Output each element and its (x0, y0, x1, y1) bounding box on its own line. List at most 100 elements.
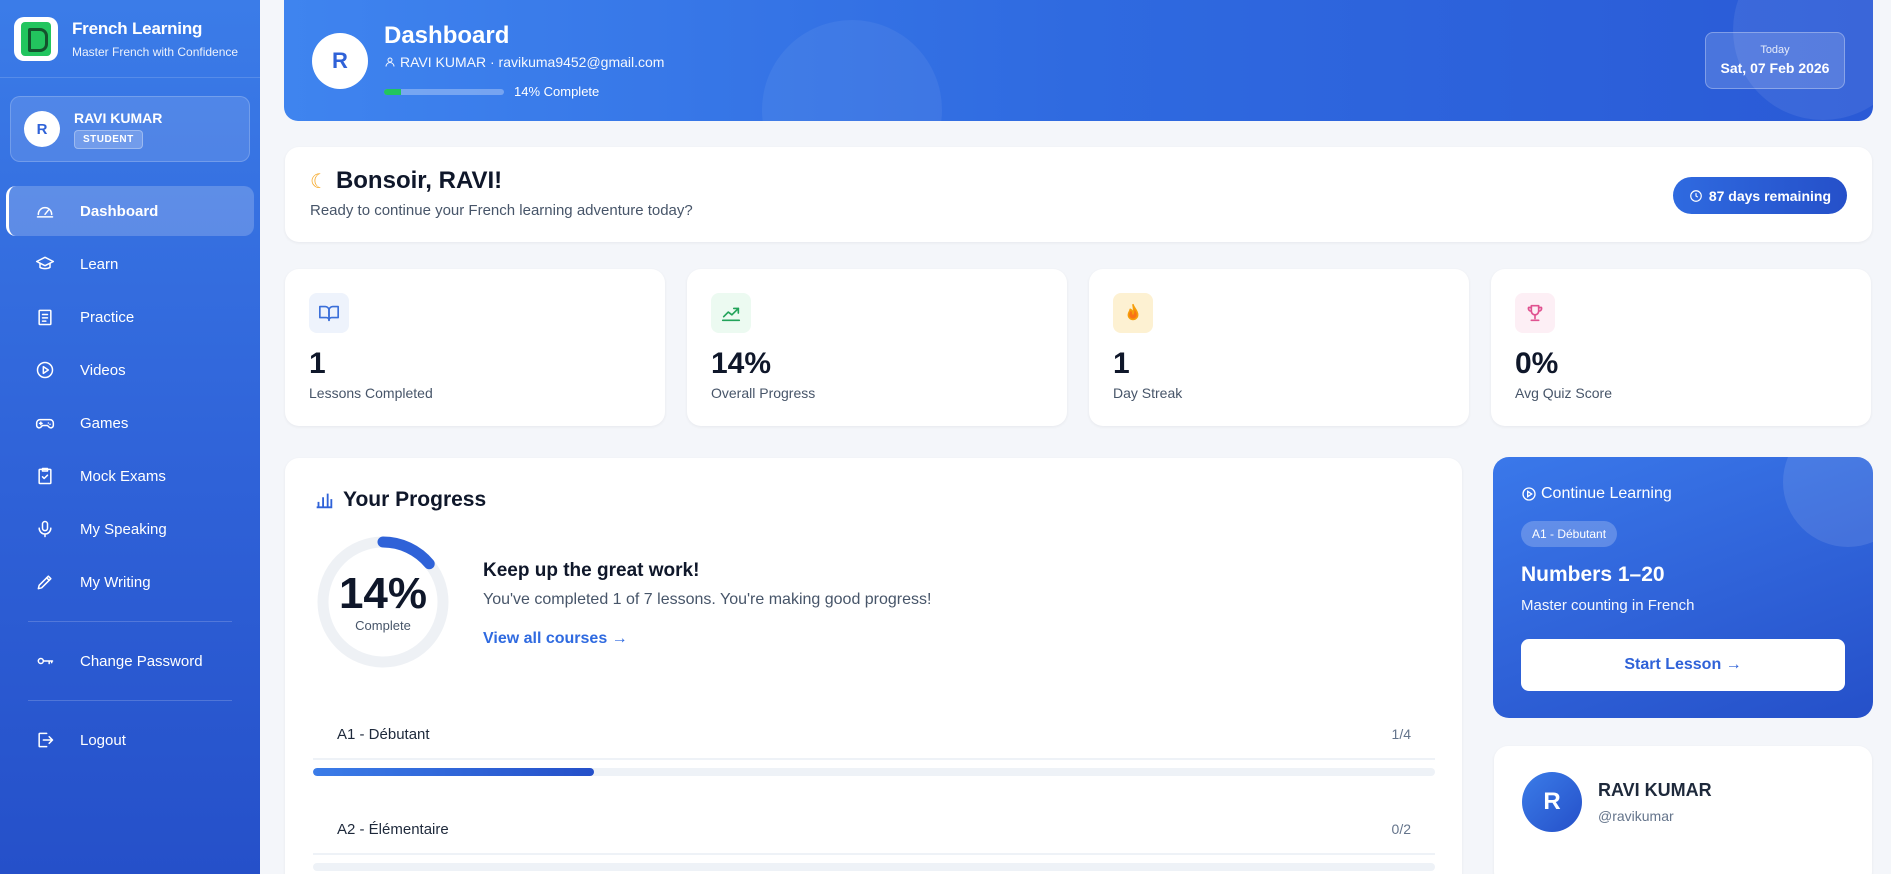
stat-value: 14% (711, 347, 772, 380)
sidebar-item-label: My Speaking (80, 520, 167, 538)
microphone-icon (34, 518, 56, 540)
book-open-icon (309, 293, 349, 333)
pen-icon (34, 571, 56, 593)
progress-text: 14% Complete (514, 84, 600, 99)
lesson-title: Numbers 1–20 (1521, 563, 1665, 586)
continue-learning-heading: Continue Learning (1521, 485, 1672, 503)
profile-handle: @ravikumar (1598, 808, 1674, 824)
sidebar-divider (28, 621, 232, 622)
user-identity: RAVI KUMAR · ravikuma9452@gmail.com (400, 54, 665, 70)
user-name: RAVI KUMAR (74, 109, 163, 126)
sidebar-item-dashboard[interactable]: Dashboard (6, 186, 254, 236)
level-count: 1/4 (1391, 726, 1411, 742)
date-label: Today (1760, 44, 1790, 56)
level-name: A2 - Élémentaire (337, 820, 449, 838)
stat-card-quiz: 0% Avg Quiz Score (1491, 269, 1871, 426)
profile-name: RAVI KUMAR (1598, 780, 1712, 800)
sidebar-item-practice[interactable]: Practice (6, 292, 254, 342)
stat-value: 1 (309, 347, 326, 380)
clipboard-list-icon (34, 306, 56, 328)
continue-heading-text: Continue Learning (1541, 485, 1672, 502)
dashboard-header: R Dashboard RAVI KUMAR · ravikuma9452@gm… (284, 0, 1873, 121)
progress-ring-label: 14% Complete (315, 534, 451, 670)
stat-value: 0% (1515, 347, 1559, 380)
view-all-courses-link[interactable]: View all courses → (483, 630, 628, 648)
sidebar-item-my-writing[interactable]: My Writing (6, 557, 254, 607)
dashboard-icon (34, 200, 56, 222)
sidebar-item-label: Mock Exams (80, 467, 166, 485)
level-a1[interactable]: A1 - Débutant 1/4 (313, 710, 1435, 776)
decorative-circle (1783, 457, 1873, 547)
continue-learning-card: Continue Learning A1 - Débutant Numbers … (1493, 457, 1873, 718)
overall-progress: 14% Complete (384, 84, 599, 99)
sidebar-item-label: Learn (80, 255, 119, 273)
progress-message: You've completed 1 of 7 lessons. You're … (483, 591, 932, 608)
sidebar-divider (28, 700, 232, 701)
progress-card-title: Your Progress (313, 488, 486, 512)
decorative-circle (762, 20, 942, 121)
level-row: A1 - Débutant 1/4 (313, 710, 1435, 760)
start-lesson-button[interactable]: Start Lesson → (1521, 639, 1845, 691)
graduation-cap-icon (34, 253, 56, 275)
play-circle-icon (34, 359, 56, 381)
sidebar-item-games[interactable]: Games (6, 398, 254, 448)
trending-up-icon (711, 293, 751, 333)
greeting-card: ☾ Bonsoir, RAVI! Ready to continue your … (285, 147, 1872, 242)
page-title: Dashboard (384, 22, 510, 49)
stat-card-lessons: 1 Lessons Completed (285, 269, 665, 426)
avatar[interactable]: R (1522, 772, 1582, 832)
sidebar-user-card[interactable]: R RAVI KUMAR STUDENT (10, 96, 250, 162)
stat-label: Lessons Completed (309, 385, 433, 401)
date-display: Today Sat, 07 Feb 2026 (1705, 32, 1845, 89)
progress-bar (384, 88, 504, 95)
stat-label: Avg Quiz Score (1515, 385, 1613, 401)
sidebar-item-logout[interactable]: Logout (6, 715, 254, 765)
sidebar-item-label: Games (80, 414, 129, 432)
user-icon (385, 57, 395, 67)
days-remaining-badge: 87 days remaining (1672, 177, 1847, 214)
moon-icon: ☾ (310, 170, 328, 193)
role-badge: STUDENT (74, 129, 143, 149)
avatar: R (24, 111, 60, 147)
greeting-text: Bonsoir, RAVI! (335, 167, 503, 194)
level-progress-bar (313, 768, 1435, 776)
trophy-icon (1515, 293, 1555, 333)
lesson-subtitle: Master counting in French (1521, 597, 1695, 614)
brand-title: French Learning (72, 18, 203, 38)
sidebar-item-mock-exams[interactable]: Mock Exams (6, 451, 254, 501)
gamepad-icon (34, 412, 56, 434)
days-remaining-text: 87 days remaining (1708, 187, 1831, 204)
sidebar-nav: Dashboard Learn Practice Videos Games Mo… (6, 186, 254, 768)
sidebar-item-label: Dashboard (80, 202, 159, 220)
stat-value: 1 (1113, 347, 1130, 380)
level-a2[interactable]: A2 - Élémentaire 0/2 (313, 805, 1435, 871)
level-name: A1 - Débutant (337, 725, 430, 743)
flame-icon (1113, 293, 1153, 333)
sidebar: French Learning Master French with Confi… (0, 0, 260, 874)
progress-percent: 14% (338, 568, 428, 618)
sidebar-item-label: Logout (80, 731, 126, 749)
sidebar-item-my-speaking[interactable]: My Speaking (6, 504, 254, 554)
sidebar-item-learn[interactable]: Learn (6, 239, 254, 289)
brand[interactable]: French Learning Master French with Confi… (0, 0, 260, 78)
progress-ring-caption: Complete (355, 617, 411, 633)
level-progress-fill (313, 768, 594, 776)
greeting-subtitle: Ready to continue your French learning a… (310, 202, 693, 219)
sidebar-item-label: My Writing (80, 573, 151, 591)
level-badge: A1 - Débutant (1521, 521, 1618, 547)
profile-card: R RAVI KUMAR @ravikumar (1494, 746, 1872, 874)
sidebar-item-videos[interactable]: Videos (6, 345, 254, 395)
stat-label: Day Streak (1113, 385, 1183, 401)
user-info: RAVI KUMAR · ravikuma9452@gmail.com (384, 54, 664, 70)
level-row: A2 - Élémentaire 0/2 (313, 805, 1435, 855)
progress-card: Your Progress 14% Complete Keep up the g… (285, 458, 1462, 874)
sidebar-item-change-password[interactable]: Change Password (6, 636, 254, 686)
stat-card-streak: 1 Day Streak (1089, 269, 1469, 426)
stat-card-progress: 14% Overall Progress (687, 269, 1067, 426)
progress-headline: Keep up the great work! (483, 560, 700, 581)
level-progress-bar (313, 863, 1435, 871)
key-icon (34, 650, 56, 672)
stat-label: Overall Progress (711, 385, 816, 401)
sidebar-item-label: Practice (80, 308, 135, 326)
avatar[interactable]: R (312, 33, 368, 89)
